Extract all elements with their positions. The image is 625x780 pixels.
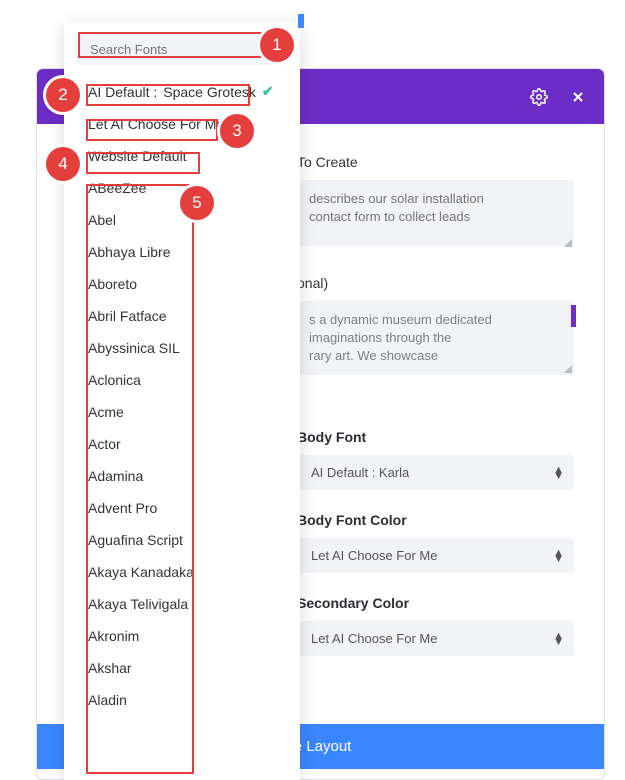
optional-textarea[interactable]: s a dynamic museum dedicated imagination… — [297, 301, 574, 375]
font-item-label: Aladin — [88, 692, 127, 708]
font-item[interactable]: Aladin — [88, 684, 300, 716]
updown-icon: ▲▼ — [553, 467, 564, 479]
font-item-label: Abril Fatface — [88, 308, 167, 324]
body-font-label: Body Font — [297, 429, 574, 445]
body-font-color-select[interactable]: Let AI Choose For Me ▲▼ — [297, 538, 574, 573]
font-item[interactable]: Akaya Telivigala — [88, 588, 300, 620]
font-item[interactable]: Acme — [88, 396, 300, 428]
font-item[interactable]: Akaya Kanadaka — [88, 556, 300, 588]
font-item-label: ABeeZee — [88, 180, 146, 196]
body-font-color-label: Body Font Color — [297, 512, 574, 528]
font-item-label: Akaya Kanadaka — [88, 564, 194, 580]
font-item-label: Akshar — [88, 660, 132, 676]
resize-handle-icon[interactable] — [564, 239, 572, 247]
secondary-color-select[interactable]: Let AI Choose For Me ▲▼ — [297, 621, 574, 656]
body-font-select[interactable]: AI Default : Karla ▲▼ — [297, 455, 574, 490]
secondary-color-label: Secondary Color — [297, 595, 574, 611]
font-item-label: Adamina — [88, 468, 143, 484]
updown-icon: ▲▼ — [553, 633, 564, 645]
font-item-label: Abyssinica SIL — [88, 340, 180, 356]
font-item-label: Aguafina Script — [88, 532, 183, 548]
close-icon[interactable] — [570, 89, 586, 105]
font-item-label: Abel — [88, 212, 116, 228]
optional-textarea-wrap: s a dynamic museum dedicated imagination… — [297, 301, 574, 375]
font-item-label: Akronim — [88, 628, 139, 644]
font-item-let-ai-choose[interactable]: Let AI Choose For Me — [88, 108, 300, 140]
font-item-label: Aclonica — [88, 372, 141, 388]
let-ai-choose-label: Let AI Choose For Me — [88, 116, 224, 132]
font-item[interactable]: Akshar — [88, 652, 300, 684]
website-default-label: Website Default — [88, 148, 187, 164]
font-picker-popup: AI Default : Space Grotesk ✔ Let AI Choo… — [64, 22, 300, 780]
font-item[interactable]: Abhaya Libre — [88, 236, 300, 268]
optional-label: onal) — [297, 275, 574, 291]
secondary-color-value: Let AI Choose For Me — [311, 631, 437, 646]
annotation-badge-2: 2 — [46, 78, 80, 112]
check-icon: ✔ — [262, 83, 274, 100]
font-item[interactable]: Actor — [88, 428, 300, 460]
body-font-value: AI Default : Karla — [311, 465, 409, 480]
body-font-color-value: Let AI Choose For Me — [311, 548, 437, 563]
font-item[interactable]: Abril Fatface — [88, 300, 300, 332]
font-item[interactable]: Aclonica — [88, 364, 300, 396]
font-item[interactable]: Abyssinica SIL — [88, 332, 300, 364]
font-item-label: Akaya Telivigala — [88, 596, 188, 612]
font-item-label: Actor — [88, 436, 121, 452]
font-item[interactable]: Akronim — [88, 620, 300, 652]
annotation-badge-3: 3 — [220, 114, 254, 148]
font-item-label: Aboreto — [88, 276, 137, 292]
font-item[interactable]: Aguafina Script — [88, 524, 300, 556]
font-item-label: Advent Pro — [88, 500, 157, 516]
create-textarea[interactable] — [297, 180, 574, 246]
font-item[interactable]: Advent Pro — [88, 492, 300, 524]
font-item[interactable]: Aboreto — [88, 268, 300, 300]
resize-handle-icon[interactable] — [564, 365, 572, 373]
updown-icon: ▲▼ — [553, 550, 564, 562]
scrollbar-thumb[interactable] — [571, 305, 576, 327]
font-item-website-default[interactable]: Website Default — [88, 140, 300, 172]
top-blue-tick — [298, 14, 304, 28]
search-input[interactable] — [78, 34, 286, 65]
annotation-badge-1: 1 — [260, 28, 294, 62]
annotation-badge-5: 5 — [180, 186, 214, 220]
gear-icon[interactable] — [530, 88, 548, 106]
create-textarea-wrap — [297, 180, 574, 249]
font-item-label: Acme — [88, 404, 124, 420]
font-item-label: Abhaya Libre — [88, 244, 171, 260]
font-item[interactable]: Adamina — [88, 460, 300, 492]
annotation-badge-4: 4 — [46, 147, 80, 181]
font-list: AI Default : Space Grotesk ✔ Let AI Choo… — [64, 75, 300, 716]
font-item-ai-default[interactable]: AI Default : Space Grotesk ✔ — [88, 75, 300, 108]
ai-default-prefix: AI Default : — [88, 84, 157, 100]
ai-default-font: Space Grotesk — [163, 84, 256, 100]
create-label: To Create — [297, 154, 574, 170]
